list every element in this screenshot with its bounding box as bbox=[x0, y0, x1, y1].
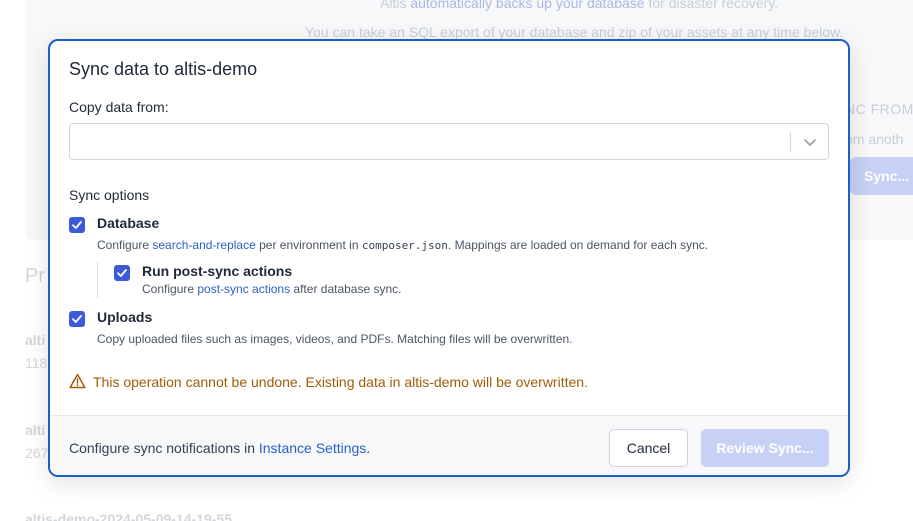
backup-item-title[interactable]: alti bbox=[25, 422, 45, 438]
post-sync-actions-link[interactable]: post-sync actions bbox=[197, 282, 290, 296]
check-icon bbox=[72, 221, 82, 229]
uploads-checkbox[interactable] bbox=[69, 311, 85, 327]
sync-from-heading: NC FROM bbox=[845, 101, 913, 117]
warning-text: This operation cannot be undone. Existin… bbox=[93, 374, 588, 390]
modal-footer: Configure sync notifications in Instance… bbox=[50, 415, 848, 475]
post-sync-checkbox[interactable] bbox=[114, 265, 130, 281]
instance-settings-link[interactable]: Instance Settings bbox=[259, 440, 366, 456]
notifications-note: Configure sync notifications in Instance… bbox=[69, 440, 371, 456]
sync-options-label: Sync options bbox=[69, 187, 150, 203]
backup-item-size: 267 bbox=[25, 445, 49, 461]
backup-link[interactable]: automatically backs up your database bbox=[410, 0, 644, 11]
composer-json-code: composer.json bbox=[361, 239, 448, 252]
check-icon bbox=[117, 269, 127, 277]
sub-option-indent-line bbox=[97, 262, 98, 298]
post-sync-option-label[interactable]: Run post-sync actions bbox=[142, 263, 292, 279]
database-option-label[interactable]: Database bbox=[97, 215, 159, 231]
select-divider bbox=[790, 132, 791, 152]
copy-from-select[interactable] bbox=[69, 123, 829, 160]
backup-item-title[interactable]: altis-demo-2024-05-09-14-19-55 bbox=[25, 511, 232, 521]
modal-title: Sync data to altis-demo bbox=[69, 59, 258, 79]
sync-modal: Sync data to altis-demo Copy data from: … bbox=[48, 39, 850, 477]
sync-from-description: om anoth bbox=[845, 131, 904, 147]
copy-from-label: Copy data from: bbox=[69, 99, 169, 115]
database-checkbox[interactable] bbox=[69, 217, 85, 233]
backups-heading: Pr bbox=[25, 265, 45, 287]
post-sync-option-description: Configure post-sync actions after databa… bbox=[142, 282, 402, 296]
backup-item-size: 118 bbox=[25, 355, 48, 371]
search-and-replace-link[interactable]: search-and-replace bbox=[152, 238, 255, 252]
export-info-text: You can take an SQL export of your datab… bbox=[305, 24, 844, 40]
cancel-button[interactable]: Cancel bbox=[609, 429, 688, 467]
review-sync-button[interactable]: Review Sync... bbox=[701, 429, 829, 467]
database-option-description: Configure search-and-replace per environ… bbox=[97, 238, 709, 252]
backup-info-text: Altis automatically backs up your databa… bbox=[380, 0, 778, 11]
background-sync-button[interactable]: Sync... bbox=[850, 157, 913, 195]
check-icon bbox=[72, 315, 82, 323]
backup-item-title[interactable]: alti bbox=[25, 332, 45, 348]
chevron-down-icon[interactable] bbox=[803, 135, 817, 149]
uploads-option-label[interactable]: Uploads bbox=[97, 309, 152, 325]
warning-triangle-icon bbox=[69, 373, 86, 389]
uploads-option-description: Copy uploaded files such as images, vide… bbox=[97, 332, 573, 346]
